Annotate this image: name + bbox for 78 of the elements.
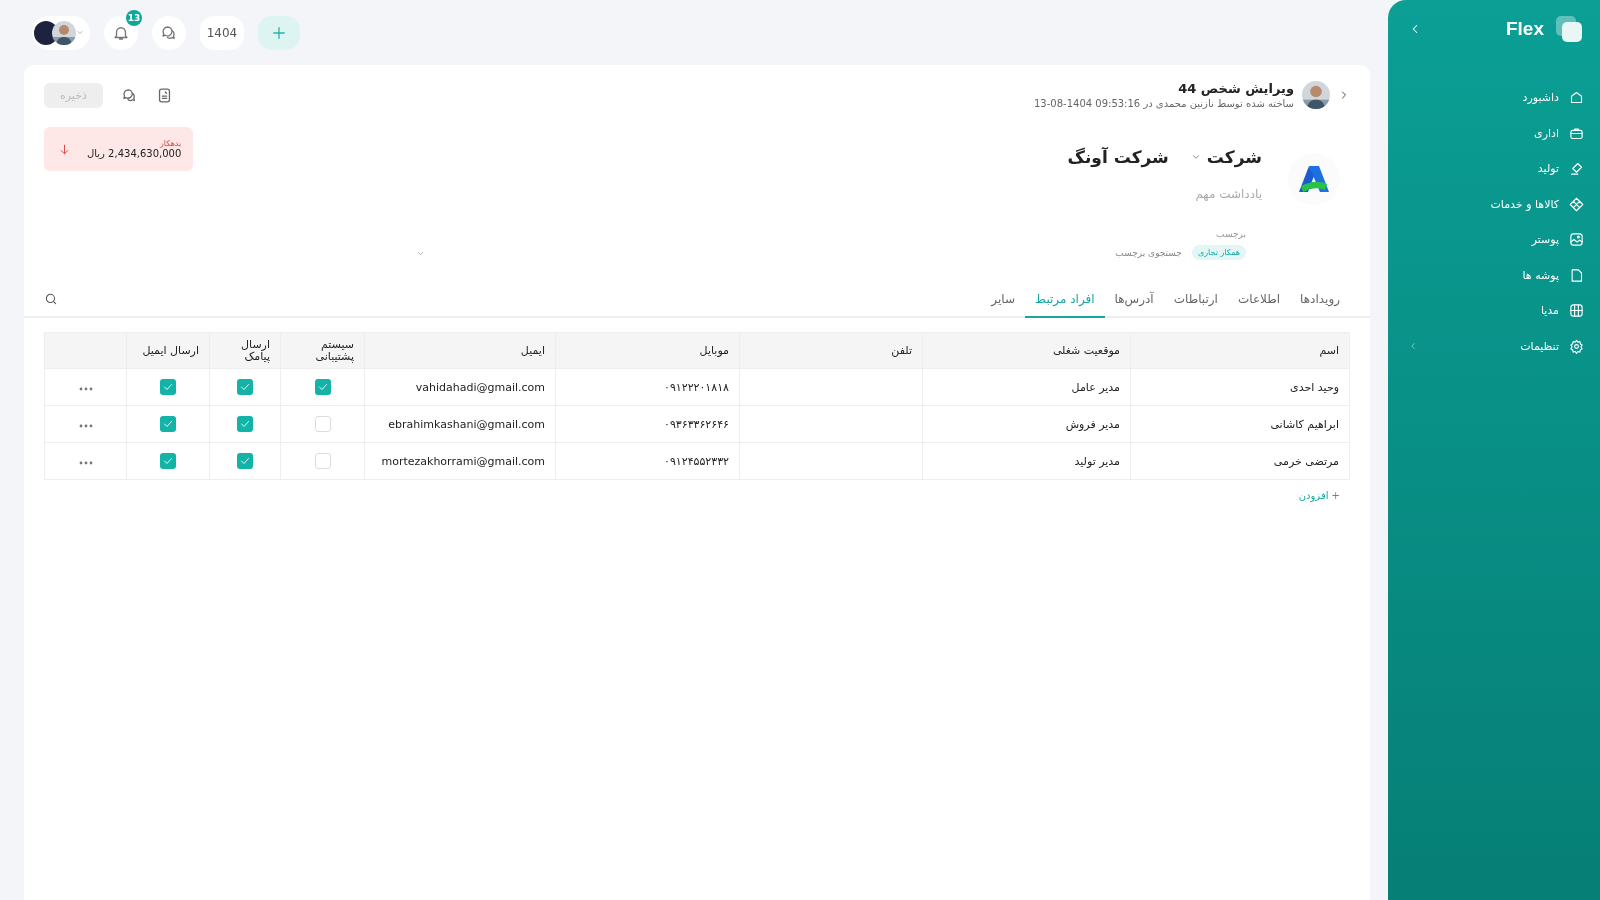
tab[interactable]: افراد مرتبط — [1025, 282, 1105, 318]
notification-badge: 13 — [126, 9, 142, 26]
checkbox[interactable] — [160, 379, 176, 396]
chevron-down-icon — [1190, 152, 1201, 162]
table-cell: vahidahadi@gmail.com — [364, 368, 556, 406]
checkbox[interactable] — [314, 379, 331, 396]
company-type-dropdown[interactable]: شرکت — [1190, 147, 1262, 167]
chat-icon — [120, 86, 138, 104]
chat-icon — [160, 23, 178, 42]
chevron-left-icon — [1408, 341, 1418, 352]
search-icon — [44, 292, 58, 306]
sidebar-item[interactable]: داشبورد — [1408, 80, 1584, 116]
more-icon[interactable] — [78, 423, 93, 428]
sidebar-item[interactable]: مدیا — [1408, 293, 1584, 329]
brand-name: Flex — [1505, 18, 1544, 40]
sidebar-item[interactable]: پوستر — [1408, 222, 1584, 258]
table-cell: ۰۹۱۲۴۵۵۲۳۳۲ — [555, 442, 740, 480]
checkbox[interactable] — [237, 379, 253, 396]
image-icon — [1569, 232, 1584, 248]
checkbox[interactable] — [237, 453, 253, 470]
column-header: موقعیت شغلی — [922, 332, 1131, 369]
pen-icon — [1569, 161, 1584, 177]
account-switcher[interactable] — [32, 15, 90, 50]
table-cell: mortezakhorrami@gmail.com — [364, 442, 556, 480]
tab[interactable]: ارتباطات — [1163, 282, 1228, 318]
more-icon[interactable] — [78, 386, 93, 391]
created-info: ساخته شده توسط نازنین محمدی در 09:53:16 1404-08-13 — [1033, 98, 1294, 109]
table-cell: مرتضی خرمی — [1130, 442, 1350, 480]
notification-button[interactable] — [104, 15, 138, 50]
table-cell: ebrahimkashani@gmail.com — [364, 405, 556, 443]
tab[interactable]: آدرس‌ها — [1104, 282, 1164, 318]
checkbox[interactable] — [314, 416, 331, 433]
chevron-down-icon — [416, 249, 425, 258]
checkbox[interactable] — [160, 453, 176, 470]
column-header: ایمیل — [364, 332, 556, 369]
add-button[interactable] — [258, 15, 300, 50]
tab[interactable]: سایر — [981, 282, 1025, 318]
table-cell: ۰۹۳۶۳۳۶۲۶۴۶ — [555, 405, 740, 443]
sidebar-item[interactable]: تولید — [1408, 151, 1584, 187]
home-icon — [1569, 90, 1584, 106]
add-link[interactable]: + افزودن — [1288, 490, 1350, 502]
settings-icon — [1569, 338, 1584, 354]
table-cell: وحید احدی — [1130, 368, 1350, 406]
column-header: موبایل — [555, 332, 740, 369]
sidebar-item[interactable]: پوشه ها — [1408, 257, 1584, 293]
column-header: ارسال ایمیل — [126, 332, 210, 369]
tag-chip[interactable]: همکار تجاری — [1191, 245, 1246, 260]
company-name: شرکت آونگ — [1067, 147, 1169, 167]
balance-amount: 2,434,630,000 ریال — [87, 148, 182, 159]
column-header: ارسال پیامک — [209, 332, 281, 369]
column-header: تلفن — [739, 332, 923, 369]
table-cell: مدیر فروش — [922, 405, 1131, 443]
year-button[interactable]: 1404 — [200, 15, 244, 50]
sidebar-item[interactable]: تنظیمات — [1408, 328, 1584, 364]
checkbox[interactable] — [237, 416, 253, 433]
column-header: سیستم پشتیبانی — [280, 332, 365, 369]
table-cell: ۰۹۱۲۲۲۰۱۸۱۸ — [555, 368, 740, 406]
file-icon — [1569, 267, 1584, 283]
arrow-down-icon — [58, 142, 71, 156]
logo-icon — [1554, 14, 1584, 44]
checkbox[interactable] — [314, 453, 331, 470]
sidebar-item[interactable]: اداری — [1408, 115, 1584, 151]
tags-label: برچسب — [1215, 229, 1246, 239]
page-title: ویرایش شخص 44 — [1177, 81, 1294, 96]
checkbox[interactable] — [160, 416, 176, 433]
table-cell: ابراهیم کاشانی — [1130, 405, 1350, 443]
column-header: اسم — [1130, 332, 1350, 369]
diamond-grid-icon — [1569, 196, 1584, 212]
grid-icon — [1569, 303, 1584, 319]
more-icon[interactable] — [78, 460, 93, 465]
tab[interactable]: رویدادها — [1290, 282, 1350, 318]
tab[interactable]: اطلاعات — [1227, 282, 1291, 318]
sidebar-item[interactable]: کالاها و خدمات — [1408, 186, 1584, 222]
chat-button[interactable] — [152, 15, 186, 50]
table-cell: مدیر تولید — [922, 442, 1131, 480]
briefcase-icon — [1569, 125, 1584, 141]
balance-label: بدهکار — [159, 139, 182, 148]
table-cell: مدیر عامل — [922, 368, 1131, 406]
